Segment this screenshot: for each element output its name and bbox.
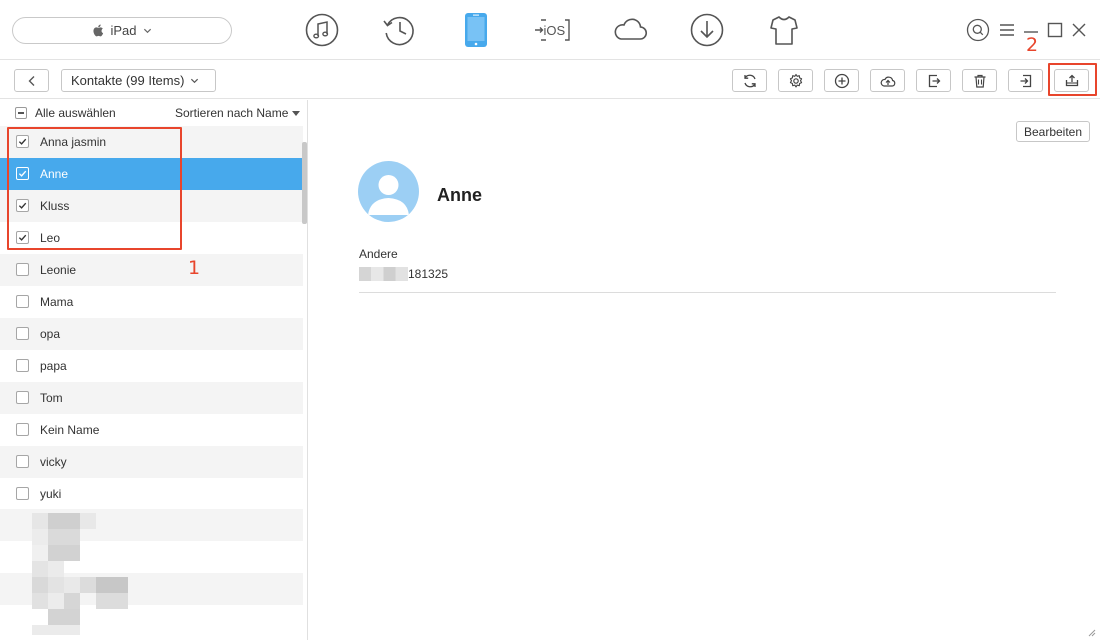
history-icon — [382, 16, 414, 46]
category-label: Kontakte (99 Items) — [71, 73, 185, 88]
nav-music[interactable] — [296, 10, 347, 50]
contact-name-label: papa — [40, 359, 67, 373]
contact-name: Anne — [437, 185, 482, 205]
category-dropdown[interactable]: Kontakte (99 Items) — [61, 69, 216, 92]
search-icon — [966, 18, 990, 42]
refresh-button[interactable] — [732, 69, 767, 92]
export-button[interactable] — [916, 69, 951, 92]
maximize-icon — [1047, 22, 1063, 38]
contact-checkbox[interactable] — [16, 295, 29, 308]
person-icon — [368, 175, 409, 215]
upload-cloud-icon — [880, 76, 895, 87]
sort-dropdown[interactable]: Sortieren nach Name — [175, 106, 301, 120]
annotation-marker-2: 2 — [1026, 34, 1039, 56]
device-icon — [464, 13, 487, 47]
contact-name-label: Mama — [40, 295, 74, 309]
list-item[interactable]: yuki — [0, 478, 303, 510]
list-item[interactable]: Mama — [0, 286, 303, 318]
select-all-checkbox[interactable] — [15, 107, 27, 119]
list-item[interactable]: Leonie — [0, 254, 303, 286]
main-nav: iOS — [296, 10, 835, 50]
list-scrollbar[interactable] — [302, 142, 307, 224]
cloud-icon — [614, 18, 647, 40]
list-item[interactable]: papa — [0, 350, 303, 382]
delete-button[interactable] — [962, 69, 997, 92]
nav-cloud[interactable] — [604, 10, 655, 50]
contact-checkbox[interactable] — [16, 327, 29, 340]
contact-checkbox[interactable] — [16, 359, 29, 372]
field-value: 181325 — [359, 267, 448, 281]
import-button[interactable] — [1008, 69, 1043, 92]
avatar — [358, 161, 419, 222]
divider — [359, 292, 1056, 293]
download-icon — [690, 13, 723, 47]
contact-name-label: opa — [40, 327, 61, 341]
device-selector[interactable]: iPad — [12, 17, 232, 44]
nav-history[interactable] — [373, 10, 424, 50]
contact-name-label: Leonie — [40, 263, 77, 277]
nav-ringtone-maker[interactable] — [758, 10, 809, 50]
tshirt-icon — [769, 16, 798, 45]
upload-cloud-button[interactable] — [870, 69, 905, 92]
menu-button[interactable] — [995, 18, 1019, 42]
toolbar: Kontakte (99 Items) — [0, 61, 1100, 99]
contact-name-label: Kein Name — [40, 423, 100, 437]
edit-button[interactable]: Bearbeiten — [1016, 121, 1090, 142]
add-icon — [834, 73, 849, 88]
add-button[interactable] — [824, 69, 859, 92]
list-item[interactable]: Kein Name — [0, 414, 303, 446]
top-bar: iPad iOS 2 — [0, 0, 1100, 60]
chevron-down-icon — [191, 78, 199, 84]
contact-name-label: Tom — [40, 391, 63, 405]
ios-transfer-icon: iOS — [534, 19, 570, 41]
nav-device[interactable] — [450, 10, 501, 50]
contact-checkbox[interactable] — [16, 487, 29, 500]
close-button[interactable] — [1067, 18, 1091, 42]
export-icon — [928, 74, 940, 87]
delete-icon — [974, 74, 985, 88]
svg-text:iOS: iOS — [543, 23, 565, 38]
settings-button[interactable] — [778, 69, 813, 92]
nav-download[interactable] — [681, 10, 732, 50]
sort-label: Sortieren nach Name — [175, 106, 289, 120]
back-button[interactable] — [14, 69, 49, 92]
redacted-digits — [359, 267, 408, 281]
select-all-label[interactable]: Alle auswählen — [35, 106, 116, 120]
list-item[interactable]: Tom — [0, 382, 303, 414]
maximize-button[interactable] — [1043, 18, 1067, 42]
contact-checkbox[interactable] — [16, 391, 29, 404]
field-label: Andere — [359, 247, 398, 261]
contact-checkbox[interactable] — [16, 423, 29, 436]
field-value-text: 181325 — [408, 267, 449, 281]
chevron-left-icon — [28, 75, 34, 86]
contact-name-label: yuki — [40, 487, 62, 501]
close-icon — [1072, 23, 1086, 37]
annotation-marker-1: 1 — [188, 257, 201, 279]
list-item[interactable]: opa — [0, 318, 303, 350]
highlight-box-checked — [7, 127, 182, 250]
settings-icon — [789, 73, 802, 87]
contact-name-label: vicky — [40, 455, 67, 469]
contact-checkbox[interactable] — [16, 455, 29, 468]
refresh-icon — [743, 74, 756, 87]
chevron-down-icon — [143, 28, 151, 34]
apple-icon — [93, 24, 104, 37]
search-button[interactable] — [966, 18, 990, 42]
list-header: Alle auswählen Sortieren nach Name — [0, 100, 307, 125]
contact-checkbox[interactable] — [16, 263, 29, 276]
device-name: iPad — [110, 23, 137, 38]
list-item[interactable]: vicky — [0, 446, 303, 478]
menu-icon — [1000, 24, 1014, 36]
caret-down-icon — [292, 110, 301, 116]
music-icon — [305, 13, 338, 47]
import-icon — [1020, 74, 1031, 87]
resize-grip-icon[interactable] — [1086, 627, 1096, 637]
nav-ios-transfer[interactable]: iOS — [527, 10, 578, 50]
highlight-box-export — [1048, 63, 1097, 96]
